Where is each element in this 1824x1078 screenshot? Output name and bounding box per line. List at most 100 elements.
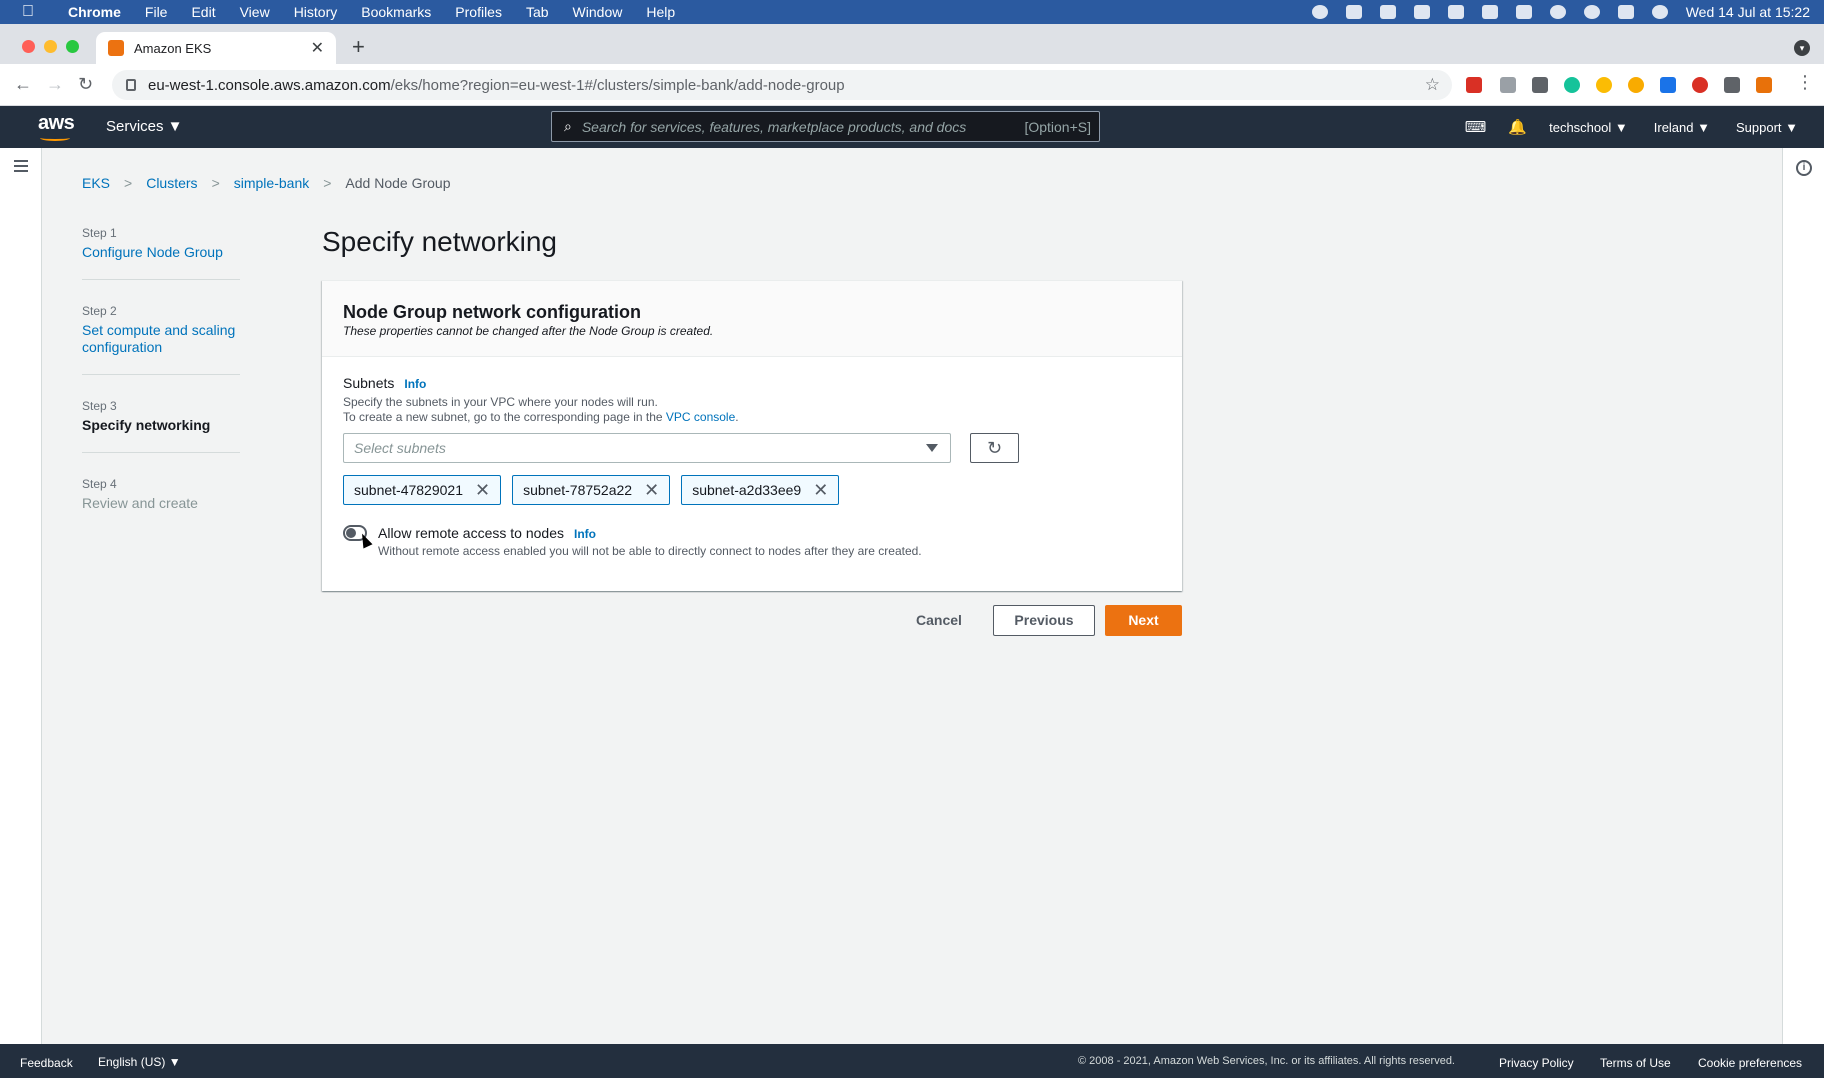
minimize-window-button[interactable] xyxy=(44,40,57,53)
close-window-button[interactable] xyxy=(22,40,35,53)
extension-calendar-icon[interactable] xyxy=(1466,77,1482,93)
forward-icon[interactable]: → xyxy=(46,74,64,95)
breadcrumb: EKS > Clusters > simple-bank > Add Node … xyxy=(82,175,451,191)
bookmark-star-icon[interactable]: ☆ xyxy=(1425,75,1440,95)
aws-logo[interactable]: aws xyxy=(38,112,75,141)
remove-token-icon[interactable]: ✕ xyxy=(475,481,490,499)
chevron-right-icon: > xyxy=(124,175,133,191)
siri-icon[interactable] xyxy=(1651,5,1668,19)
extension-smile-icon[interactable] xyxy=(1628,77,1644,93)
step-number: Step 3 xyxy=(82,399,117,413)
subnet-token-label: subnet-a2d33ee9 xyxy=(692,482,802,498)
step-link-configure[interactable]: Configure Node Group xyxy=(82,244,240,261)
privacy-policy-link[interactable]: Privacy Policy xyxy=(1499,1056,1574,1070)
tab-search-icon[interactable]: ▾ xyxy=(1794,40,1810,56)
breadcrumb-cluster[interactable]: simple-bank xyxy=(234,175,309,191)
next-button[interactable]: Next xyxy=(1105,605,1182,636)
extension-clock-icon[interactable] xyxy=(1596,77,1612,93)
back-icon[interactable]: ← xyxy=(14,74,32,95)
language-selector[interactable]: English (US) ▼ xyxy=(98,1055,181,1069)
remote-access-label: Allow remote access to nodes xyxy=(378,525,564,541)
extension-grammarly-icon[interactable] xyxy=(1564,77,1580,93)
previous-button[interactable]: Previous xyxy=(993,605,1095,636)
extension-screen-icon[interactable] xyxy=(1500,77,1516,93)
console-search-input[interactable]: ⌕ Search for services, features, marketp… xyxy=(551,111,1100,142)
menu-edit[interactable]: Edit xyxy=(179,4,227,20)
remove-token-icon[interactable]: ✕ xyxy=(813,481,828,499)
support-menu[interactable]: Support ▼ xyxy=(1736,120,1798,135)
extensions-puzzle-icon[interactable] xyxy=(1724,77,1740,93)
address-bar[interactable]: eu-west-1.console.aws.amazon.com /eks/ho… xyxy=(112,70,1452,100)
panel-heading: Node Group network configuration xyxy=(343,302,641,322)
terms-of-use-link[interactable]: Terms of Use xyxy=(1600,1056,1671,1070)
step-review-disabled: Review and create xyxy=(82,495,198,511)
remote-access-info-link[interactable]: Info xyxy=(574,527,596,541)
extension-pen-icon[interactable] xyxy=(1756,77,1772,93)
record-icon[interactable] xyxy=(1311,5,1328,19)
page-title: Specify networking xyxy=(322,226,558,257)
bluetooth-icon[interactable] xyxy=(1481,5,1498,19)
browser-tab[interactable]: Amazon EKS ✕ xyxy=(96,32,336,64)
extension-tools-icon[interactable] xyxy=(1532,77,1548,93)
lock-icon[interactable] xyxy=(126,79,136,91)
step-link-compute[interactable]: Set compute and scaling configuration xyxy=(82,322,240,356)
menu-history[interactable]: History xyxy=(282,4,350,20)
remote-access-description: Without remote access enabled you will n… xyxy=(378,544,922,558)
console-footer: Feedback English (US) ▼ © 2008 - 2021, A… xyxy=(0,1044,1824,1078)
cloudshell-icon[interactable]: ⌨ xyxy=(1465,118,1487,136)
clock[interactable]: Wed 14 Jul at 15:22 xyxy=(1686,4,1810,20)
more-icon[interactable] xyxy=(1379,5,1396,19)
info-panel-icon[interactable]: i xyxy=(1796,160,1812,176)
new-tab-icon[interactable]: + xyxy=(352,36,365,58)
volume-icon[interactable] xyxy=(1413,5,1430,19)
extension-translate-icon[interactable] xyxy=(1660,77,1676,93)
battery-icon[interactable] xyxy=(1515,5,1532,19)
menu-chrome[interactable]: Chrome xyxy=(56,4,133,20)
subnets-desc-line2: To create a new subnet, go to the corres… xyxy=(343,410,1161,425)
menu-file[interactable]: File xyxy=(133,4,180,20)
subnets-select-row: Select subnets ↻ xyxy=(343,433,1161,463)
step-current-networking: Specify networking xyxy=(82,417,211,433)
menu-profiles[interactable]: Profiles xyxy=(443,4,514,20)
apple-icon[interactable]:  xyxy=(0,3,56,21)
reload-icon[interactable]: ↻ xyxy=(78,74,93,95)
extension-record-icon[interactable] xyxy=(1692,77,1708,93)
refresh-icon: ↻ xyxy=(986,438,1003,458)
step-number: Step 4 xyxy=(82,477,117,491)
subnet-token-label: subnet-47829021 xyxy=(354,482,463,498)
keyboard-icon[interactable] xyxy=(1447,5,1464,19)
close-tab-icon[interactable]: ✕ xyxy=(311,38,324,58)
subnets-desc-line1: Specify the subnets in your VPC where yo… xyxy=(343,395,658,409)
menu-bookmarks[interactable]: Bookmarks xyxy=(349,4,443,20)
wifi-icon[interactable] xyxy=(1549,5,1566,19)
cookie-preferences-link[interactable]: Cookie preferences xyxy=(1698,1056,1802,1070)
region-menu[interactable]: Ireland ▼ xyxy=(1654,120,1710,135)
aws-smile-icon xyxy=(40,135,70,141)
remote-access-row: Allow remote access to nodes Info Withou… xyxy=(343,525,1161,558)
subnets-select[interactable]: Select subnets xyxy=(343,433,951,463)
menu-help[interactable]: Help xyxy=(634,4,687,20)
account-menu[interactable]: techschool ▼ xyxy=(1549,120,1628,135)
notifications-bell-icon[interactable]: 🔔 xyxy=(1508,118,1527,136)
services-menu-button[interactable]: Services ▼ xyxy=(106,118,183,135)
refresh-subnets-button[interactable]: ↻ xyxy=(970,433,1019,463)
cancel-button[interactable]: Cancel xyxy=(916,612,962,628)
control-center-icon[interactable] xyxy=(1617,5,1634,19)
subnets-info-link[interactable]: Info xyxy=(404,377,426,391)
docker-icon[interactable] xyxy=(1345,5,1362,19)
remove-token-icon[interactable]: ✕ xyxy=(644,481,659,499)
breadcrumb-eks[interactable]: EKS xyxy=(82,175,110,191)
menu-tab[interactable]: Tab xyxy=(514,4,561,20)
subnets-label: Subnets xyxy=(343,375,395,391)
spotlight-icon[interactable] xyxy=(1583,5,1600,19)
menu-view[interactable]: View xyxy=(228,4,282,20)
hamburger-menu-icon[interactable] xyxy=(14,160,28,172)
subnet-token: subnet-a2d33ee9 ✕ xyxy=(681,475,840,505)
feedback-link[interactable]: Feedback xyxy=(20,1056,73,1070)
zoom-window-button[interactable] xyxy=(66,40,79,53)
chrome-menu-icon[interactable]: ⋮ xyxy=(1796,72,1814,93)
status-area: Wed 14 Jul at 15:22 xyxy=(1311,0,1810,24)
vpc-console-link[interactable]: VPC console xyxy=(666,410,735,424)
menu-window[interactable]: Window xyxy=(561,4,635,20)
breadcrumb-clusters[interactable]: Clusters xyxy=(146,175,197,191)
